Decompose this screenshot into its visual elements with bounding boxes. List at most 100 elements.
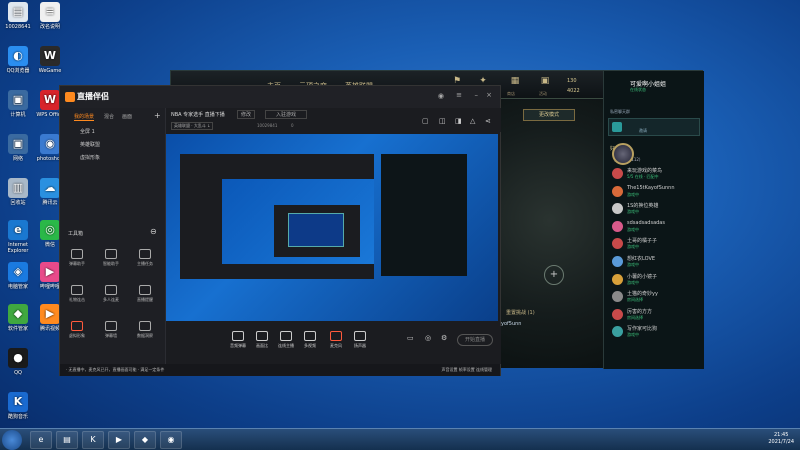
friend-item[interactable]: The15tKayofSunnn 游戏中: [612, 185, 702, 199]
loot-icon[interactable]: ▣: [539, 76, 551, 88]
bilibili-taskbar-icon[interactable]: ▶: [108, 431, 130, 449]
control-button[interactable]: 连线主播: [273, 331, 299, 349]
stream-taskbar-icon[interactable]: ◉: [160, 431, 182, 449]
eye-icon[interactable]: ◎: [425, 334, 431, 342]
share-icon[interactable]: ⋖: [485, 117, 491, 125]
avatar-icon[interactable]: ◉: [438, 92, 444, 100]
control-button[interactable]: 画面比: [249, 331, 275, 349]
room-category[interactable]: 英雄联盟 · 大乱斗 ↓: [171, 122, 214, 130]
menu-icon[interactable]: ≡: [456, 91, 462, 99]
ie-taskbar-icon[interactable]: e: [30, 431, 52, 449]
desktop-recycle-bin-shortcut[interactable]: ▥ 回收站: [2, 178, 34, 206]
minimize-icon[interactable]: –: [475, 91, 479, 99]
scene-item[interactable]: 英雄联盟: [80, 141, 100, 148]
control-label: 扬声器: [354, 343, 366, 348]
explorer-taskbar-icon[interactable]: ▤: [56, 431, 78, 449]
tool-button[interactable]: 直播提醒: [134, 285, 156, 303]
go-live-button[interactable]: 开始直播: [457, 334, 493, 346]
tool-button[interactable]: 礼物连击: [66, 285, 88, 303]
desktop-qq-shortcut[interactable]: ● QQ: [2, 348, 34, 376]
friend-status: 游戏中: [627, 209, 639, 215]
friend-status: 房间选择: [627, 314, 643, 320]
add-scene-icon[interactable]: +: [154, 111, 161, 120]
scene-item[interactable]: 虚拟形象: [80, 154, 100, 161]
desktop-icon-label: 计算机: [10, 112, 26, 118]
tool-label: 智能助手: [103, 261, 119, 266]
kugou-taskbar-icon[interactable]: K: [82, 431, 104, 449]
desktop-pc-manager-shortcut[interactable]: ◈ 电脑管家: [2, 262, 34, 290]
scene-item[interactable]: 全屏 1: [80, 128, 95, 135]
target-icon[interactable]: +: [544, 265, 564, 285]
desktop-kugou-shortcut[interactable]: K 酷狗音乐: [2, 392, 34, 420]
desktop-network-shortcut[interactable]: ▣ 网络: [2, 134, 34, 162]
friend-item[interactable]: 想红衣LOVE 游戏中: [612, 255, 702, 269]
settings-icon[interactable]: ⚙: [441, 334, 447, 342]
tool-label: 数据洞察: [137, 333, 153, 338]
friend-item[interactable]: 厉害的方方 房间选择: [612, 308, 702, 322]
clock-date: 2021/7/24: [768, 439, 794, 445]
tool-button[interactable]: 数据洞察: [134, 321, 156, 339]
nested-screen: [288, 213, 344, 247]
tool-button[interactable]: 智能助手: [100, 249, 122, 267]
desktop-text-file-shortcut[interactable]: ≡ 改名说明: [34, 2, 66, 30]
tool-button[interactable]: 弹幕助手: [66, 249, 88, 267]
control-button[interactable]: 多视频: [297, 331, 323, 349]
text-file-icon: ≡: [40, 2, 60, 22]
friend-item[interactable]: 1S的换位英雄 游戏中: [612, 202, 702, 216]
tab-picture[interactable]: 画面: [122, 113, 132, 120]
desktop-software-shortcut[interactable]: ◆ 软件管家: [2, 304, 34, 332]
friend-avatar: [612, 291, 623, 303]
friend-item[interactable]: 土哥的橘子子 游戏中: [612, 237, 702, 251]
friend-item[interactable]: sdsadsadsadas 游戏中: [612, 220, 702, 234]
close-icon[interactable]: ×: [486, 91, 492, 99]
tool-button[interactable]: 弹幕墙: [100, 321, 122, 339]
game-lobby-map: [496, 100, 603, 368]
game-taskbar-icon[interactable]: ◆: [134, 431, 156, 449]
bell-icon[interactable]: △: [470, 117, 475, 125]
control-button[interactable]: 音频弹幕: [225, 331, 251, 349]
change-mode-button[interactable]: 更改模式: [523, 109, 575, 121]
tool-label: 虚拟形象: [69, 333, 85, 338]
network-icon: ▣: [8, 134, 28, 154]
desktop-icon-label: Internet Explorer: [7, 242, 29, 254]
toolbox-toggle-icon[interactable]: ⊖: [150, 227, 157, 236]
screenshot-icon[interactable]: ▢: [422, 117, 429, 125]
tool-label: 多人连麦: [103, 297, 119, 302]
friend-item[interactable]: 土猫的奇妙yy 房间选择: [612, 290, 702, 304]
desktop-icon-label: 10028641: [5, 24, 31, 30]
friend-item[interactable]: 小薯的小镜子 游戏中: [612, 273, 702, 287]
desktop-wegame-shortcut[interactable]: W WeGame: [34, 46, 66, 74]
desktop-icon-label: 电脑管家: [7, 284, 28, 290]
stream-controls: 音频弹幕 画面比 连线主播 多视频 麦克风 扬声器 ▭ ◎ ⚙ 开始直播: [167, 326, 501, 364]
lock-icon[interactable]: ◫: [439, 117, 446, 125]
friend-item[interactable]: 写作家可比狗 游戏中: [612, 325, 702, 339]
start-button[interactable]: [2, 430, 22, 450]
desktop-ie-shortcut[interactable]: e Internet Explorer: [2, 220, 34, 254]
camera-icon[interactable]: ▭: [407, 334, 414, 342]
room-edit-button[interactable]: 修改: [237, 110, 256, 119]
tool-button[interactable]: 虚拟形象: [66, 321, 88, 339]
desktop-qq-browser-shortcut[interactable]: ◐ QQ浏览器: [2, 46, 34, 74]
friend-avatar: [612, 308, 623, 320]
collection-icon[interactable]: ▦: [509, 76, 521, 88]
friend-item[interactable]: 来玩游戏的菜鸟 5/5 在线 · 匹配中: [612, 167, 702, 181]
clock[interactable]: 21:45 2021/7/24: [768, 432, 794, 446]
status-bar: · 无直播中，麦克风已开，直播画面可能 · 满足一定条件 声音设置 帧率设置 连…: [60, 364, 500, 376]
tool-button[interactable]: 多人连麦: [100, 285, 122, 303]
group-card[interactable]: 邀请: [608, 118, 700, 136]
control-button[interactable]: 扬声器: [347, 331, 373, 349]
status-text: · 无直播中，麦克风已开，直播画面可能 · 满足一定条件: [66, 367, 165, 372]
desktop-computer-shortcut[interactable]: ▣ 计算机: [2, 90, 34, 118]
profile-avatar[interactable]: [612, 143, 634, 165]
room-tag-button[interactable]: 入驻游戏: [265, 110, 308, 119]
desktop-user-folder-shortcut[interactable]: ▤ 10028641: [2, 2, 34, 30]
tab-my-scenes[interactable]: 我的场景: [74, 113, 95, 121]
ie-icon: e: [8, 220, 28, 240]
tool-button[interactable]: 主播任务: [134, 249, 156, 267]
control-icon: [256, 331, 268, 341]
record-icon[interactable]: ◨: [455, 117, 462, 125]
control-label: 画面比: [256, 343, 268, 348]
control-button[interactable]: 麦克风: [323, 331, 349, 349]
room-id: 10029841: [257, 123, 278, 128]
tab-mix[interactable]: 混合: [104, 113, 114, 120]
